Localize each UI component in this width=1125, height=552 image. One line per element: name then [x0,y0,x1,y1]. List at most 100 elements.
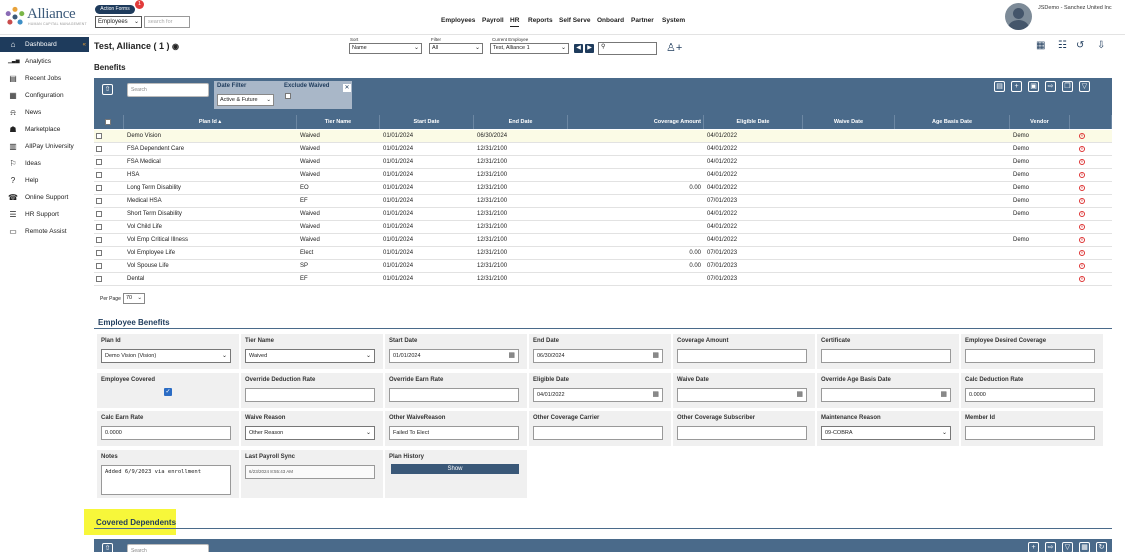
table-row[interactable]: Medical HSA EF 01/01/2024 12/31/2100 07/01/2… [94,195,1112,208]
date-input[interactable]: ▦ [821,388,951,402]
table-row[interactable]: HSA Waived 01/01/2024 12/31/2100 04/01/2022 D… [94,169,1112,182]
date-input[interactable]: 01/01/2024 ▦ [389,349,519,363]
calendar-icon[interactable]: ▦ [652,352,659,360]
delete-row-icon[interactable]: × [1079,263,1085,269]
select-input[interactable]: Demo Vision (Vision) ⌄ [101,349,231,363]
grid-view-icon[interactable]: ▦ [1036,40,1045,51]
filter-icon[interactable]: ▽ [1062,542,1073,552]
plan-history-show-button[interactable]: Show [391,464,519,474]
sidebar-item-online-support[interactable]: ☎ Online Support [0,190,89,205]
calendar-icon[interactable]: ▦ [508,352,515,360]
refresh-icon[interactable]: ↻ [1096,542,1107,552]
row-checkbox[interactable] [96,276,102,282]
sidebar-item-analytics[interactable]: ▁▃▅ Analytics [0,54,89,69]
sidebar-item-marketplace[interactable]: ☗ Marketplace [0,122,89,137]
nav-self-serve[interactable]: Self Serve [559,17,590,27]
table-row[interactable]: Short Term Disability Waived 01/01/2024 12/… [94,208,1112,221]
text-input[interactable] [821,349,951,363]
eye-icon[interactable]: ◉ [172,42,179,51]
sidebar-item-allpay-university[interactable]: ▥ AllPay University [0,139,89,154]
nav-employees[interactable]: Employees [441,17,475,27]
delete-row-icon[interactable]: × [1079,211,1085,217]
sidebar-item-hr-support[interactable]: ☰ HR Support [0,207,89,222]
table-row[interactable]: Vol Spouse Life SP 01/01/2024 12/31/2100 0.0… [94,260,1112,273]
select-input[interactable]: Other Reason ⌄ [245,426,375,440]
row-checkbox[interactable] [96,133,102,139]
notes-textarea[interactable]: Added 6/9/2023 via enrollment [101,465,231,495]
text-input[interactable] [533,426,663,440]
dependents-search-input[interactable]: Search [127,544,209,552]
collapse-icon[interactable]: ⇧ [102,84,113,95]
exclude-waived-checkbox[interactable] [285,93,291,99]
delete-row-icon[interactable]: × [1079,198,1085,204]
text-input[interactable]: 0.0000 [965,388,1095,402]
row-checkbox[interactable] [96,146,102,152]
checkbox[interactable] [105,119,111,125]
filter-select[interactable]: All ⌄ [429,43,483,54]
nav-reports[interactable]: Reports [528,17,553,27]
sidebar-item-remote-assist[interactable]: ▭ Remote Assist [0,224,89,239]
select-input[interactable]: Waived ⌄ [245,349,375,363]
table-row[interactable]: Dental EF 01/01/2024 12/31/2100 07/01/2023 × [94,273,1112,286]
text-input[interactable] [245,388,375,402]
nav-partner[interactable]: Partner [631,17,654,27]
date-input[interactable]: ▦ [677,388,807,402]
delete-row-icon[interactable]: × [1079,159,1085,165]
text-input[interactable] [677,349,807,363]
column-header-end[interactable]: End Date [474,115,568,129]
column-header-eligible[interactable]: Eligible Date [704,115,803,129]
global-search-input[interactable]: search for [144,16,190,28]
delete-row-icon[interactable]: × [1079,250,1085,256]
next-employee-button[interactable]: ▶ [585,44,594,53]
table-row[interactable]: Vol Employee Life Elect 01/01/2024 12/31/21… [94,247,1112,260]
sidebar-item-news[interactable]: ⍾ News [0,105,89,120]
employee-search-input[interactable]: ⚲ [598,42,657,55]
export-icon[interactable]: ⇨ [1045,81,1056,92]
text-input[interactable]: 0.0000 [101,426,231,440]
save-icon[interactable]: ▤ [994,81,1005,92]
delete-row-icon[interactable]: × [1079,172,1085,178]
column-header-age[interactable]: Age Basis Date [895,115,1010,129]
date-input[interactable]: 04/01/2022 ▦ [533,388,663,402]
column-header-start[interactable]: Start Date [380,115,474,129]
delete-row-icon[interactable]: × [1079,185,1085,191]
sidebar-item-dashboard[interactable]: ⌂ Dashboard « [0,37,89,52]
action-forms-button[interactable]: Action Forms [95,5,135,14]
text-input[interactable] [965,349,1095,363]
table-row[interactable]: Vol Child Life Waived 01/01/2024 12/31/2100… [94,221,1112,234]
delete-row-icon[interactable]: × [1079,133,1085,139]
previous-employee-button[interactable]: ◀ [574,44,583,53]
current-employee-select[interactable]: Test, Alliance 1 ⌄ [490,43,569,54]
download-icon[interactable]: ⇩ [1097,40,1105,51]
select-all-checkbox[interactable] [94,115,124,129]
per-page-select[interactable]: 70 ⌄ [123,293,145,304]
close-filter-icon[interactable]: ✕ [343,84,351,92]
column-header-plan[interactable]: Plan Id ▴ [124,115,297,129]
benefits-search-input[interactable]: Search [127,83,209,97]
row-checkbox[interactable] [96,237,102,243]
table-row[interactable]: Demo Vision Waived 01/01/2024 06/30/2024 04/… [94,130,1112,143]
calendar-icon[interactable]: ▦ [796,391,803,399]
nav-system[interactable]: System [662,17,685,27]
add-employee-icon[interactable]: ♙+ [666,41,682,54]
employee-scope-select[interactable]: Employees ⌄ [95,16,142,28]
text-input[interactable] [965,426,1095,440]
add-icon[interactable]: + [1011,81,1022,92]
row-checkbox[interactable] [96,250,102,256]
sort-select[interactable]: Name ⌄ [349,43,422,54]
row-checkbox[interactable] [96,185,102,191]
sidebar-item-configuration[interactable]: ▦ Configuration [0,88,89,103]
export-icon[interactable]: ⇨ [1045,542,1056,552]
copy-icon[interactable]: ❐ [1062,81,1073,92]
nav-onboard[interactable]: Onboard [597,17,624,27]
row-checkbox[interactable] [96,159,102,165]
row-checkbox[interactable] [96,172,102,178]
table-row[interactable]: Long Term Disability EO 01/01/2024 12/31/21… [94,182,1112,195]
document-icon[interactable]: ☷ [1058,40,1067,51]
row-checkbox[interactable] [96,211,102,217]
text-input[interactable] [677,426,807,440]
user-avatar[interactable] [1005,3,1032,30]
row-checkbox[interactable] [96,263,102,269]
column-header-coverage[interactable]: Coverage Amount [568,115,704,129]
collapse-sidebar-icon[interactable]: « [83,38,86,53]
